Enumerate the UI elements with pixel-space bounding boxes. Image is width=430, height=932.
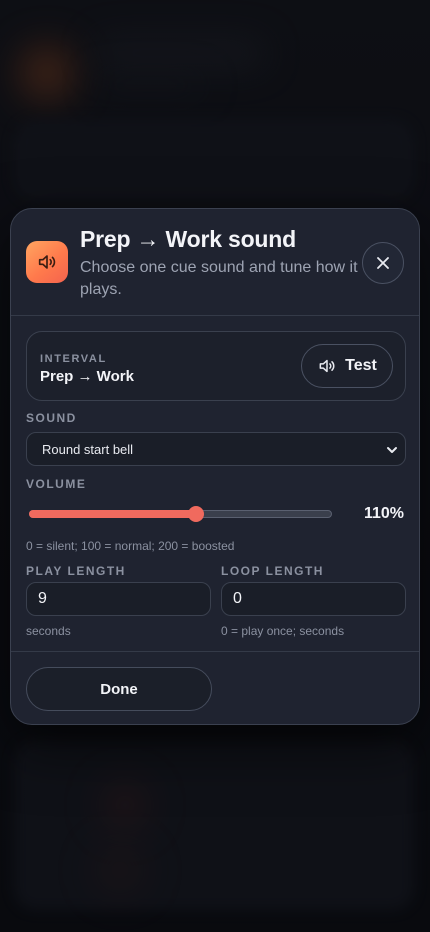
dialog-subtitle: Choose one cue sound and tune how it pla… — [80, 259, 358, 298]
test-sound-button[interactable]: Test — [301, 344, 393, 388]
play-length-label: PLAY LENGTH — [26, 564, 126, 578]
play-length-input[interactable]: 9 — [26, 582, 211, 616]
loop-length-input[interactable]: 0 — [221, 582, 406, 616]
loop-length-label: LOOP LENGTH — [221, 564, 324, 578]
volume-value: 110% — [363, 505, 404, 522]
volume-slider-fill — [29, 510, 196, 518]
volume-label: VOLUME — [26, 477, 87, 491]
play-length-hint: seconds — [26, 624, 71, 638]
sound-label: SOUND — [26, 411, 77, 425]
close-button[interactable] — [362, 242, 404, 284]
loop-length-hint: 0 = play once; seconds — [221, 624, 345, 638]
dialog-title: Prep → Work sound — [80, 226, 296, 252]
interval-card: INTERVAL Prep → Work Test — [26, 331, 406, 401]
sound-settings-dialog: Prep → Work sound Choose one cue sound a… — [10, 208, 420, 725]
sound-select[interactable]: Round start bell — [26, 432, 406, 466]
interval-label: INTERVAL — [40, 353, 107, 365]
test-button-label: Test — [345, 357, 377, 374]
done-button[interactable]: Done — [26, 667, 212, 711]
interval-value: Prep → Work — [40, 368, 134, 385]
speaker-icon — [26, 241, 68, 283]
speaker-icon — [319, 359, 335, 373]
volume-slider[interactable] — [26, 505, 334, 523]
volume-slider-thumb[interactable] — [187, 506, 204, 522]
footer-divider — [11, 651, 419, 652]
sound-select-value: Round start bell — [42, 441, 134, 457]
volume-hint: 0 = silent; 100 = normal; 200 = boosted — [26, 539, 235, 553]
close-icon — [377, 257, 389, 269]
dialog-header: Prep → Work sound Choose one cue sound a… — [11, 209, 419, 316]
chevron-down-icon — [387, 447, 397, 453]
